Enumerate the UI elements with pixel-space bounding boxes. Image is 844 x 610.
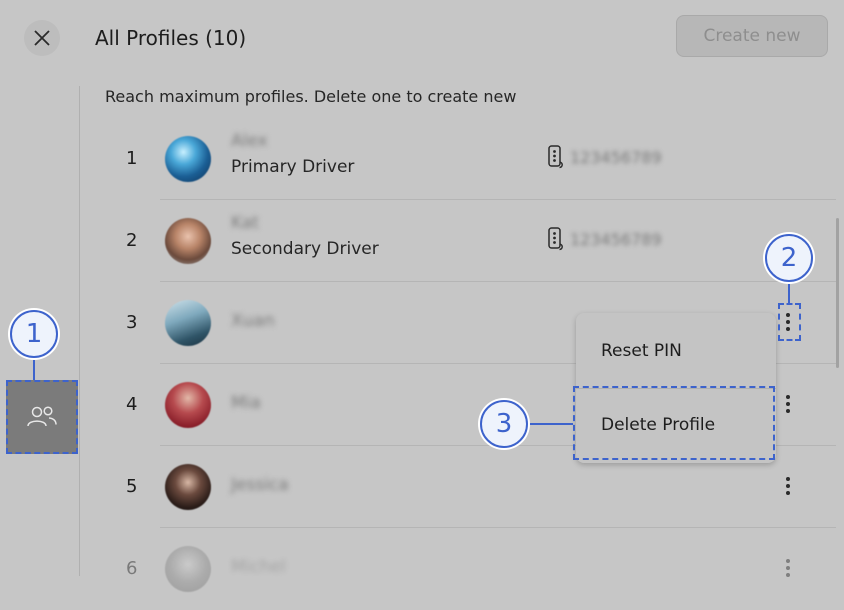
profile-row[interactable]: 2 Kat Secondary Driver 123456789 bbox=[100, 200, 832, 282]
sidebar-divider bbox=[79, 86, 80, 576]
avatar bbox=[165, 546, 211, 592]
profile-role: Primary Driver bbox=[231, 157, 355, 177]
profile-number: 2 bbox=[126, 230, 138, 251]
max-profiles-notice: Reach maximum profiles. Delete one to cr… bbox=[105, 87, 517, 106]
more-options-button[interactable] bbox=[784, 559, 792, 581]
profile-name: Alex bbox=[231, 131, 268, 151]
scrollbar[interactable] bbox=[836, 218, 839, 368]
people-icon bbox=[27, 406, 57, 427]
page-title: All Profiles (10) bbox=[95, 26, 247, 50]
profile-role: Secondary Driver bbox=[231, 239, 379, 259]
create-new-button[interactable]: Create new bbox=[676, 15, 828, 57]
close-icon bbox=[34, 30, 50, 46]
profile-phone: 123456789 bbox=[570, 148, 662, 167]
callout-3: 3 bbox=[480, 400, 528, 448]
profile-name: Michel bbox=[231, 557, 286, 577]
profile-number: 3 bbox=[126, 312, 138, 333]
phone-icon bbox=[548, 227, 563, 251]
profile-name: Jessica bbox=[231, 475, 289, 495]
callout-2-connector bbox=[788, 282, 790, 303]
profile-number: 4 bbox=[126, 394, 138, 415]
highlight-delete-profile bbox=[573, 386, 775, 460]
profile-row[interactable]: 1 Alex Primary Driver 123456789 bbox=[100, 118, 832, 200]
callout-3-connector bbox=[528, 423, 573, 425]
avatar bbox=[165, 382, 211, 428]
avatar bbox=[165, 218, 211, 264]
avatar bbox=[165, 136, 211, 182]
callout-1: 1 bbox=[10, 310, 58, 358]
callout-2: 2 bbox=[765, 234, 813, 282]
profile-number: 5 bbox=[126, 476, 138, 497]
profile-phone: 123456789 bbox=[570, 230, 662, 249]
profile-name: Kat bbox=[231, 213, 259, 233]
callout-1-connector bbox=[33, 358, 35, 380]
profile-name: Mia bbox=[231, 393, 261, 413]
profile-number: 1 bbox=[126, 148, 138, 169]
highlight-kebab bbox=[778, 303, 801, 341]
more-options-button[interactable] bbox=[784, 477, 792, 499]
phone-icon bbox=[548, 145, 563, 169]
avatar bbox=[165, 300, 211, 346]
reset-pin-menu-item[interactable]: Reset PIN bbox=[601, 341, 682, 361]
avatar bbox=[165, 464, 211, 510]
profile-row[interactable]: 6 Michel bbox=[100, 528, 832, 610]
profile-name: Xuan bbox=[231, 311, 275, 331]
close-button[interactable] bbox=[24, 20, 60, 56]
more-options-button[interactable] bbox=[784, 395, 792, 417]
sidebar-profiles-button[interactable] bbox=[6, 380, 78, 454]
